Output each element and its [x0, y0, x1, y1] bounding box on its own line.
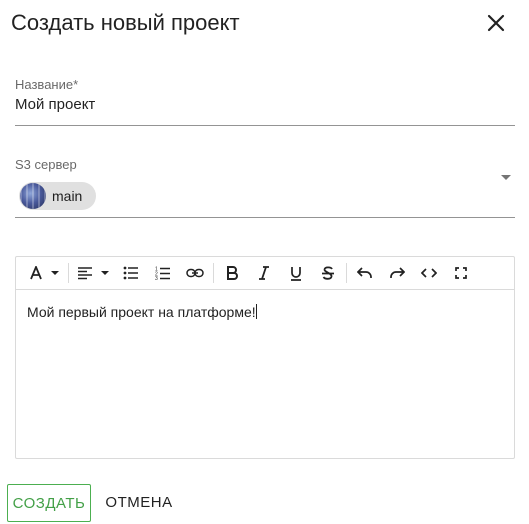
chevron-down-icon: [101, 271, 109, 275]
close-button[interactable]: [482, 9, 510, 37]
link-button[interactable]: [179, 259, 211, 287]
bold-button[interactable]: [216, 259, 248, 287]
bold-icon: [226, 266, 238, 280]
numbered-list-icon: 123: [155, 266, 171, 280]
code-icon: [421, 268, 437, 278]
bulleted-list-button[interactable]: [115, 259, 147, 287]
numbered-list-button[interactable]: 123: [147, 259, 179, 287]
s3-server-underline: [15, 217, 515, 218]
toolbar-divider: [68, 263, 69, 283]
underline-icon: [290, 266, 302, 281]
redo-icon: [389, 267, 405, 279]
fullscreen-icon: [455, 267, 467, 279]
toolbar-divider: [213, 263, 214, 283]
editor-content[interactable]: Мой первый проект на платформе!: [16, 290, 514, 334]
cancel-button[interactable]: Отмена: [100, 484, 178, 520]
text-cursor: [255, 304, 257, 319]
strikethrough-icon: [321, 265, 335, 281]
link-icon: [186, 268, 204, 278]
strikethrough-button[interactable]: [312, 259, 344, 287]
align-left-icon: [77, 266, 93, 280]
close-icon: [487, 14, 505, 32]
editor-toolbar: 123: [16, 257, 514, 290]
text-color-button[interactable]: [22, 259, 66, 287]
fullscreen-button[interactable]: [445, 259, 477, 287]
dropdown-arrow-icon[interactable]: [501, 175, 511, 180]
name-field-label: Название*: [15, 77, 79, 92]
italic-icon: [258, 266, 270, 280]
bulleted-list-icon: [123, 266, 139, 280]
chevron-down-icon: [51, 271, 59, 275]
dialog-title: Создать новый проект: [11, 10, 240, 35]
redo-button[interactable]: [381, 259, 413, 287]
create-button[interactable]: Создать: [7, 484, 91, 522]
name-field[interactable]: Название* Мой проект: [15, 77, 515, 126]
text-color-icon: [29, 266, 43, 280]
s3-server-chip[interactable]: main: [19, 182, 97, 210]
editor-text: Мой первый проект на платформе!: [27, 304, 256, 320]
chip-label: main: [52, 188, 83, 204]
undo-icon: [357, 267, 373, 279]
underline-button[interactable]: [280, 259, 312, 287]
italic-button[interactable]: [248, 259, 280, 287]
s3-server-label: S3 сервер: [15, 157, 77, 172]
s3-server-select[interactable]: S3 сервер main: [15, 157, 515, 219]
name-field-value[interactable]: Мой проект: [15, 95, 515, 115]
name-field-underline: [15, 125, 515, 126]
svg-text:3: 3: [155, 276, 158, 280]
rich-text-editor: 123 Мой первый проект на платформе!: [15, 256, 515, 459]
undo-button[interactable]: [349, 259, 381, 287]
chip-avatar: [20, 183, 46, 209]
align-button[interactable]: [71, 259, 115, 287]
toolbar-divider: [346, 263, 347, 283]
code-view-button[interactable]: [413, 259, 445, 287]
